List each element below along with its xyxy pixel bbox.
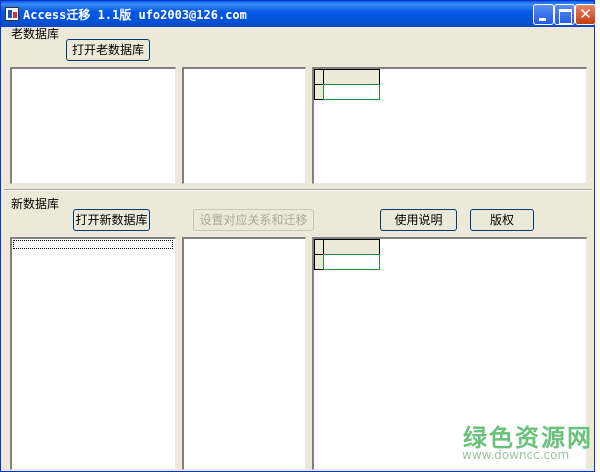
list-focus-item[interactable] [13, 240, 173, 249]
section-divider [4, 189, 592, 191]
set-mapping-migrate-button[interactable]: 设置对应关系和迁移 [193, 209, 314, 231]
grid-cell[interactable] [323, 254, 380, 270]
open-old-db-button[interactable]: 打开老数据库 [66, 39, 150, 61]
close-icon[interactable]: ✕ [575, 4, 596, 25]
open-new-db-button[interactable]: 打开新数据库 [73, 209, 150, 231]
old-db-label: 老数据库 [11, 27, 60, 41]
window-title: Access迁移 1.1版 ufo2003@126.com [23, 8, 247, 22]
maximize-icon[interactable] [554, 4, 575, 25]
grid-column-header[interactable] [323, 239, 380, 255]
grid-cell[interactable] [323, 84, 380, 100]
old-fields-list[interactable] [182, 67, 306, 184]
new-db-label: 新数据库 [11, 197, 60, 211]
grid-column-header[interactable] [323, 69, 380, 85]
old-tables-list[interactable] [10, 67, 176, 184]
app-window: Access迁移 1.1版 ufo2003@126.com ✕ 老数据库 打开老… [0, 0, 596, 472]
new-fields-list[interactable] [182, 237, 306, 470]
old-data-grid[interactable] [312, 67, 587, 184]
minimize-icon[interactable] [533, 4, 554, 25]
help-button[interactable]: 使用说明 [380, 209, 457, 231]
copyright-button[interactable]: 版权 [470, 209, 534, 231]
watermark-url: www.downcc.com [462, 448, 570, 462]
app-icon[interactable] [5, 7, 19, 21]
title-bar[interactable]: Access迁移 1.1版 ufo2003@126.com ✕ [1, 1, 596, 27]
new-tables-list[interactable] [10, 237, 176, 470]
